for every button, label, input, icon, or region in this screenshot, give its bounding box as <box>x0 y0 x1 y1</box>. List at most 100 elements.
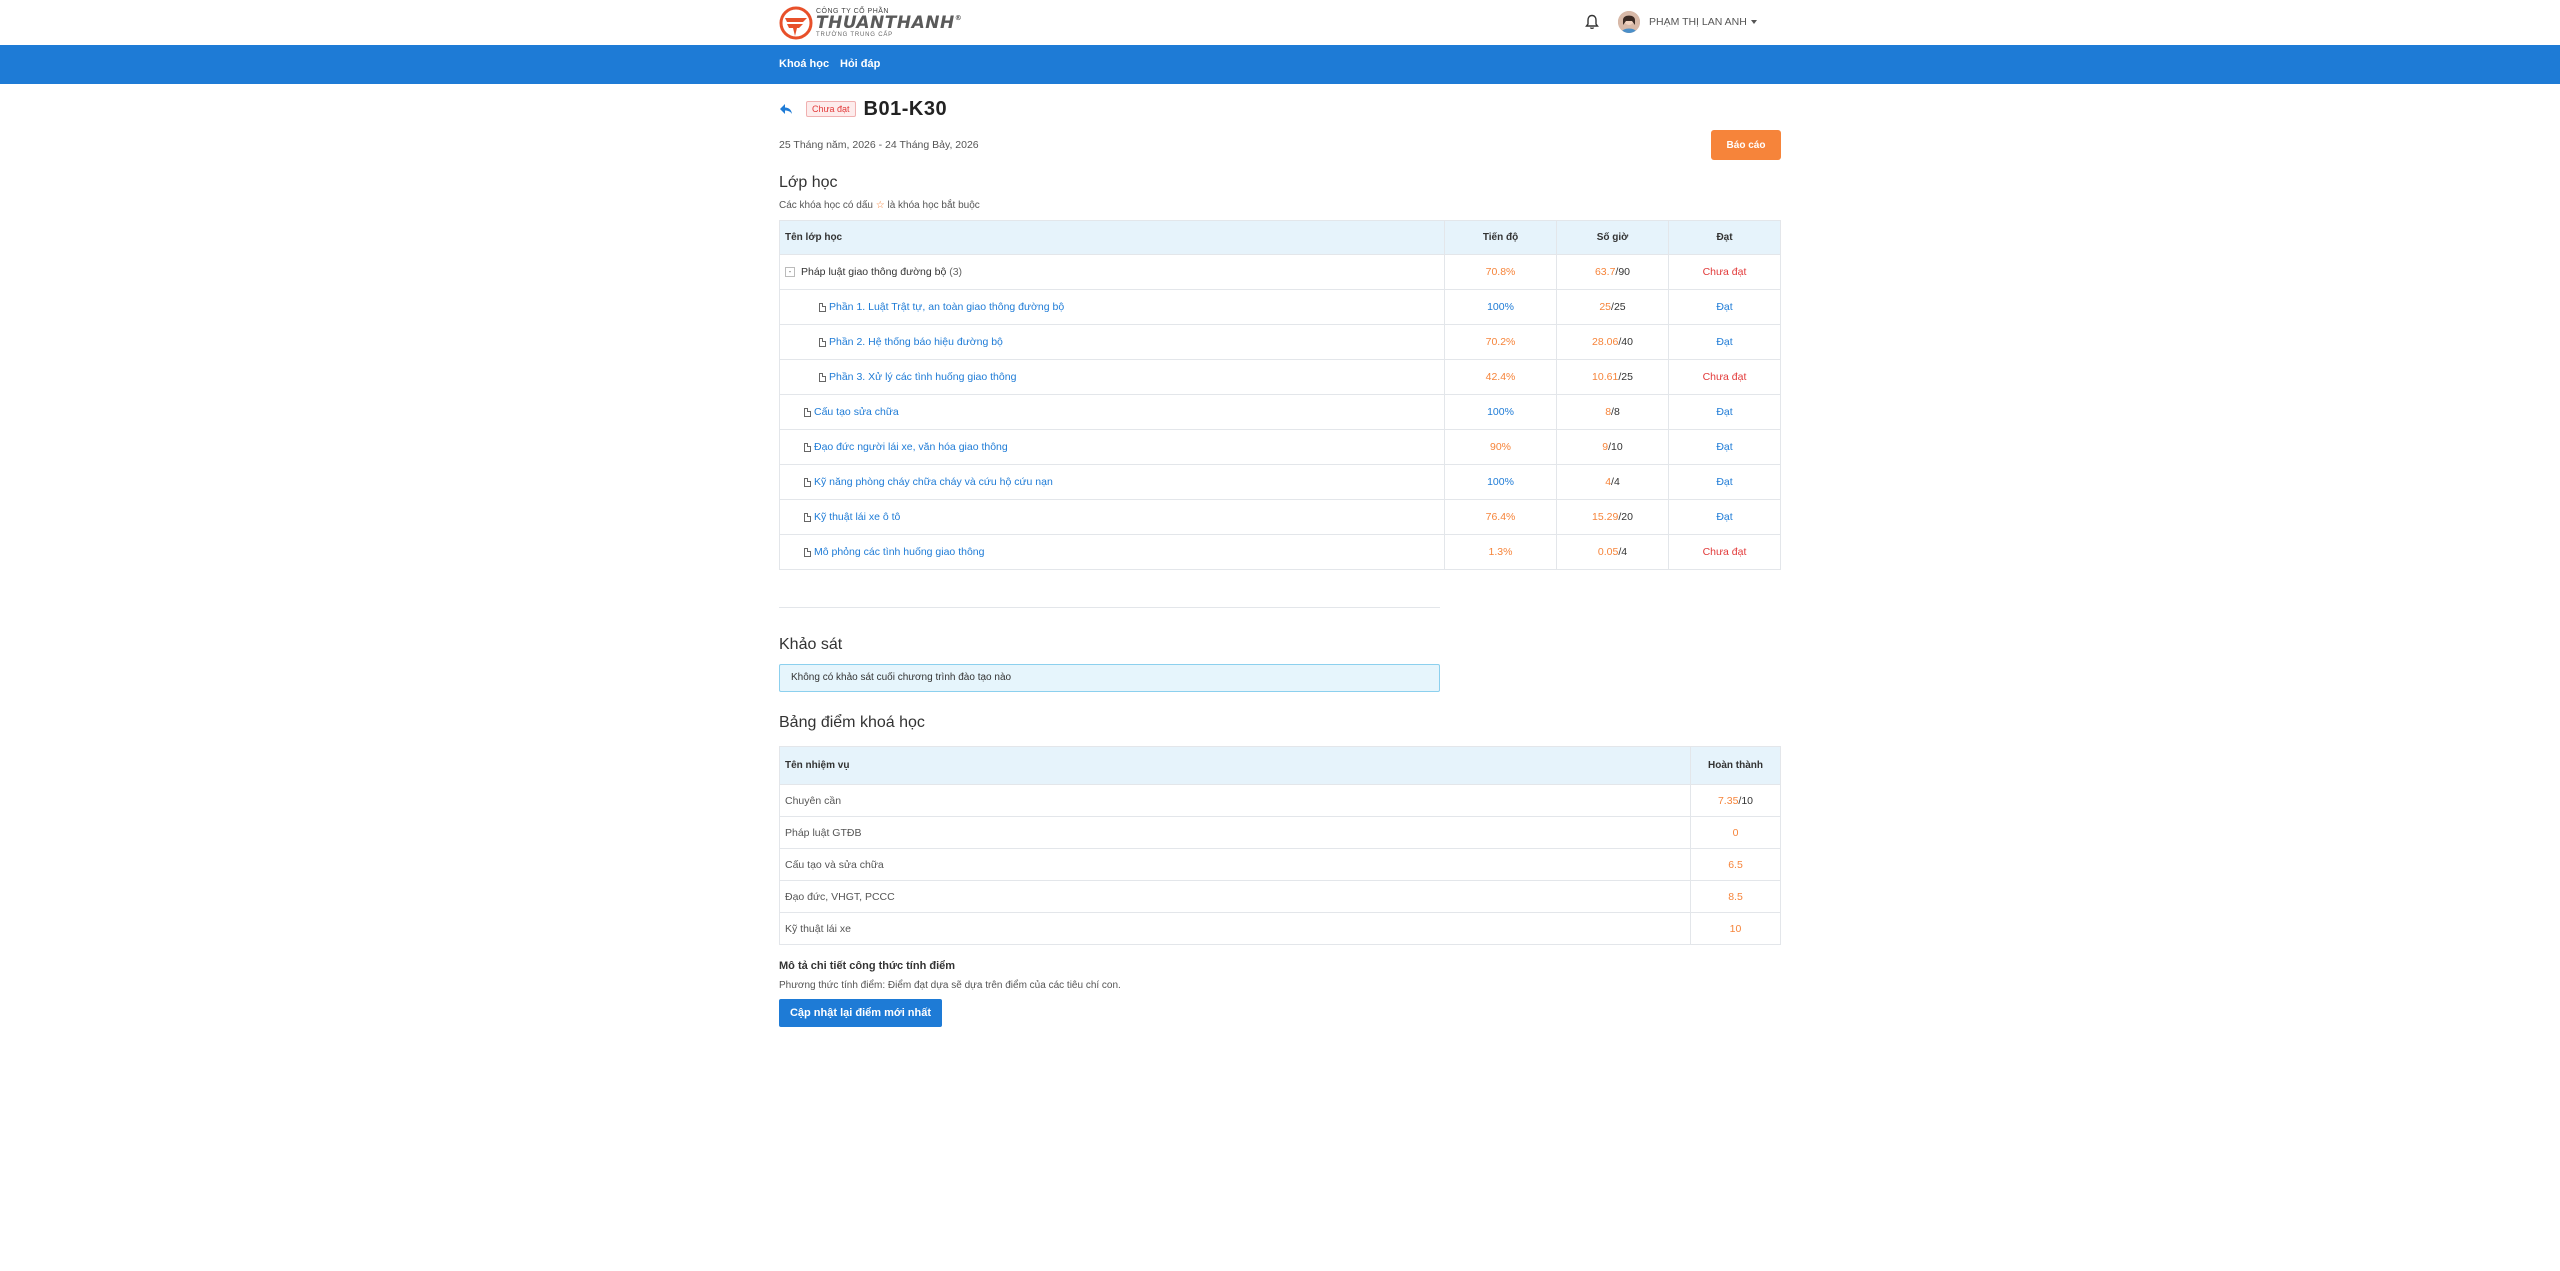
logo[interactable]: CÔNG TY CỔ PHẦN THUANTHANH® TRƯỜNG TRUNG… <box>779 4 962 41</box>
hours-value: 25/25 <box>1556 289 1669 325</box>
table-row: Cấu tạo sửa chữa 100% 8/8 Đạt <box>779 394 1781 430</box>
progress-value: 90% <box>1444 429 1557 465</box>
logo-mark-icon <box>779 6 813 39</box>
table-row: Chuyên cần 7.35/10 <box>779 784 1781 817</box>
document-icon <box>804 512 811 522</box>
table-row: Kỹ năng phòng cháy chữa cháy và cứu hộ c… <box>779 464 1781 500</box>
group-count: (3) <box>949 266 963 278</box>
class-link[interactable]: Phần 2. Hệ thống báo hiệu đường bộ <box>829 336 1003 348</box>
avatar-image-icon <box>1618 11 1640 33</box>
column-header-hours[interactable]: Số giờ <box>1556 220 1669 255</box>
table-header-row: Tên lớp học Tiến độ Số giờ Đạt <box>779 220 1781 255</box>
document-icon <box>819 337 826 347</box>
bell-icon[interactable] <box>1585 14 1599 30</box>
document-icon <box>804 442 811 452</box>
pass-status: Đạt <box>1668 464 1781 500</box>
score-value: 7.35/10 <box>1690 784 1781 817</box>
nav-item-faq[interactable]: Hỏi đáp <box>840 45 880 84</box>
main-content: Chưa đạt B01-K30 25 Tháng năm, 2026 - 24… <box>779 84 1781 1027</box>
table-row: Cấu tạo và sửa chữa 6.5 <box>779 848 1781 881</box>
class-link[interactable]: Kỹ thuật lái xe ô tô <box>814 511 900 523</box>
table-row: Đạo đức, VHGT, PCCC 8.5 <box>779 880 1781 913</box>
table-row: Phần 2. Hệ thống báo hiệu đường bộ 70.2%… <box>779 324 1781 360</box>
column-header-progress[interactable]: Tiến độ <box>1444 220 1557 255</box>
progress-value: 70.8% <box>1444 254 1557 290</box>
back-arrow-icon[interactable] <box>779 103 793 115</box>
document-icon <box>819 372 826 382</box>
pass-status: Đạt <box>1668 429 1781 465</box>
user-name: PHẠM THỊ LAN ANH <box>1649 16 1747 28</box>
progress-value: 76.4% <box>1444 499 1557 535</box>
class-link[interactable]: Phần 3. Xử lý các tình huống giao thông <box>829 371 1016 383</box>
pass-status: Đạt <box>1668 394 1781 430</box>
nav-item-courses[interactable]: Khoá học <box>779 45 829 84</box>
table-row: Kỹ thuật lái xe ô tô 76.4% 15.29/20 Đạt <box>779 499 1781 535</box>
progress-value: 70.2% <box>1444 324 1557 360</box>
progress-value: 100% <box>1444 289 1557 325</box>
pass-status: Chưa đạt <box>1668 254 1781 290</box>
class-link[interactable]: Kỹ năng phòng cháy chữa cháy và cứu hộ c… <box>814 476 1053 488</box>
document-icon <box>804 407 811 417</box>
hours-value: 15.29/20 <box>1556 499 1669 535</box>
class-link[interactable]: Phần 1. Luật Trật tự, an toàn giao thông… <box>829 301 1064 313</box>
main-nav: Khoá học Hỏi đáp <box>0 45 2560 84</box>
pass-status: Đạt <box>1668 499 1781 535</box>
hours-value: 10.61/25 <box>1556 359 1669 395</box>
hours-value: 28.06/40 <box>1556 324 1669 360</box>
column-header-pass[interactable]: Đạt <box>1668 220 1781 255</box>
note-text-before: Các khóa học có dấu <box>779 200 873 211</box>
star-icon: ☆ <box>875 200 885 211</box>
user-menu[interactable]: PHẠM THỊ LAN ANH <box>1618 10 1757 34</box>
pass-status: Đạt <box>1668 324 1781 360</box>
column-header-done[interactable]: Hoàn thành <box>1690 746 1781 785</box>
score-value: 8.5 <box>1690 880 1781 913</box>
task-name: Chuyên cần <box>779 784 1691 817</box>
document-icon <box>819 302 826 312</box>
score-value: 10 <box>1690 912 1781 945</box>
logo-sub-text: TRƯỜNG TRUNG CẤP <box>816 31 893 38</box>
pass-status: Đạt <box>1668 289 1781 325</box>
pass-status: Chưa đạt <box>1668 534 1781 570</box>
table-row: Đạo đức người lái xe, văn hóa giao thông… <box>779 429 1781 465</box>
report-button[interactable]: Báo cáo <box>1711 130 1781 160</box>
class-link[interactable]: Cấu tạo sửa chữa <box>814 406 899 418</box>
class-link[interactable]: Mô phỏng các tình huống giao thông <box>814 546 984 558</box>
scores-table: Tên nhiệm vụ Hoàn thành Chuyên cần 7.35/… <box>779 746 1781 945</box>
table-header-row: Tên nhiệm vụ Hoàn thành <box>779 746 1781 785</box>
hours-value: 9/10 <box>1556 429 1669 465</box>
classes-heading: Lớp học <box>779 174 838 191</box>
formula-title: Mô tả chi tiết công thức tính điểm <box>779 960 956 972</box>
section-divider <box>779 607 1440 608</box>
scores-heading: Bảng điểm khoá học <box>779 714 925 731</box>
score-value: 6.5 <box>1690 848 1781 881</box>
course-date-range: 25 Tháng năm, 2026 - 24 Tháng Bảy, 2026 <box>779 139 979 151</box>
table-row-group: - Pháp luật giao thông đường bộ (3) 70.8… <box>779 254 1781 290</box>
progress-value: 100% <box>1444 394 1557 430</box>
logo-brand-text: THUANTHANH® <box>816 12 963 33</box>
top-header: CÔNG TY CỔ PHẦN THUANTHANH® TRƯỜNG TRUNG… <box>0 0 2560 45</box>
note-text-after: là khóa học bắt buộc <box>887 200 980 211</box>
page-title: B01-K30 <box>863 97 948 120</box>
table-row: Phần 1. Luật Trật tự, an toàn giao thông… <box>779 289 1781 325</box>
column-header-name[interactable]: Tên lớp học <box>779 220 1445 255</box>
score-value: 0 <box>1690 816 1781 849</box>
chevron-down-icon <box>1750 20 1757 24</box>
table-row: Mô phỏng các tình huống giao thông 1.3% … <box>779 534 1781 570</box>
document-icon <box>804 477 811 487</box>
date-row: 25 Tháng năm, 2026 - 24 Tháng Bảy, 2026 … <box>779 130 1781 160</box>
table-row: Pháp luật GTĐB 0 <box>779 816 1781 849</box>
class-link[interactable]: Đạo đức người lái xe, văn hóa giao thông <box>814 441 1008 453</box>
hours-value: 63.7/90 <box>1556 254 1669 290</box>
task-name: Cấu tạo và sửa chữa <box>779 848 1691 881</box>
hours-value: 0.05/4 <box>1556 534 1669 570</box>
document-icon <box>804 547 811 557</box>
collapse-toggle-icon[interactable]: - <box>785 267 795 277</box>
status-badge: Chưa đạt <box>806 101 856 117</box>
group-name: Pháp luật giao thông đường bộ <box>801 266 947 278</box>
hours-value: 8/8 <box>1556 394 1669 430</box>
column-header-task[interactable]: Tên nhiệm vụ <box>779 746 1691 785</box>
progress-value: 100% <box>1444 464 1557 500</box>
classes-table: Tên lớp học Tiến độ Số giờ Đạt - Pháp lu… <box>779 220 1781 570</box>
update-scores-button[interactable]: Cập nhật lại điểm mới nhất <box>779 999 942 1027</box>
hours-value: 4/4 <box>1556 464 1669 500</box>
